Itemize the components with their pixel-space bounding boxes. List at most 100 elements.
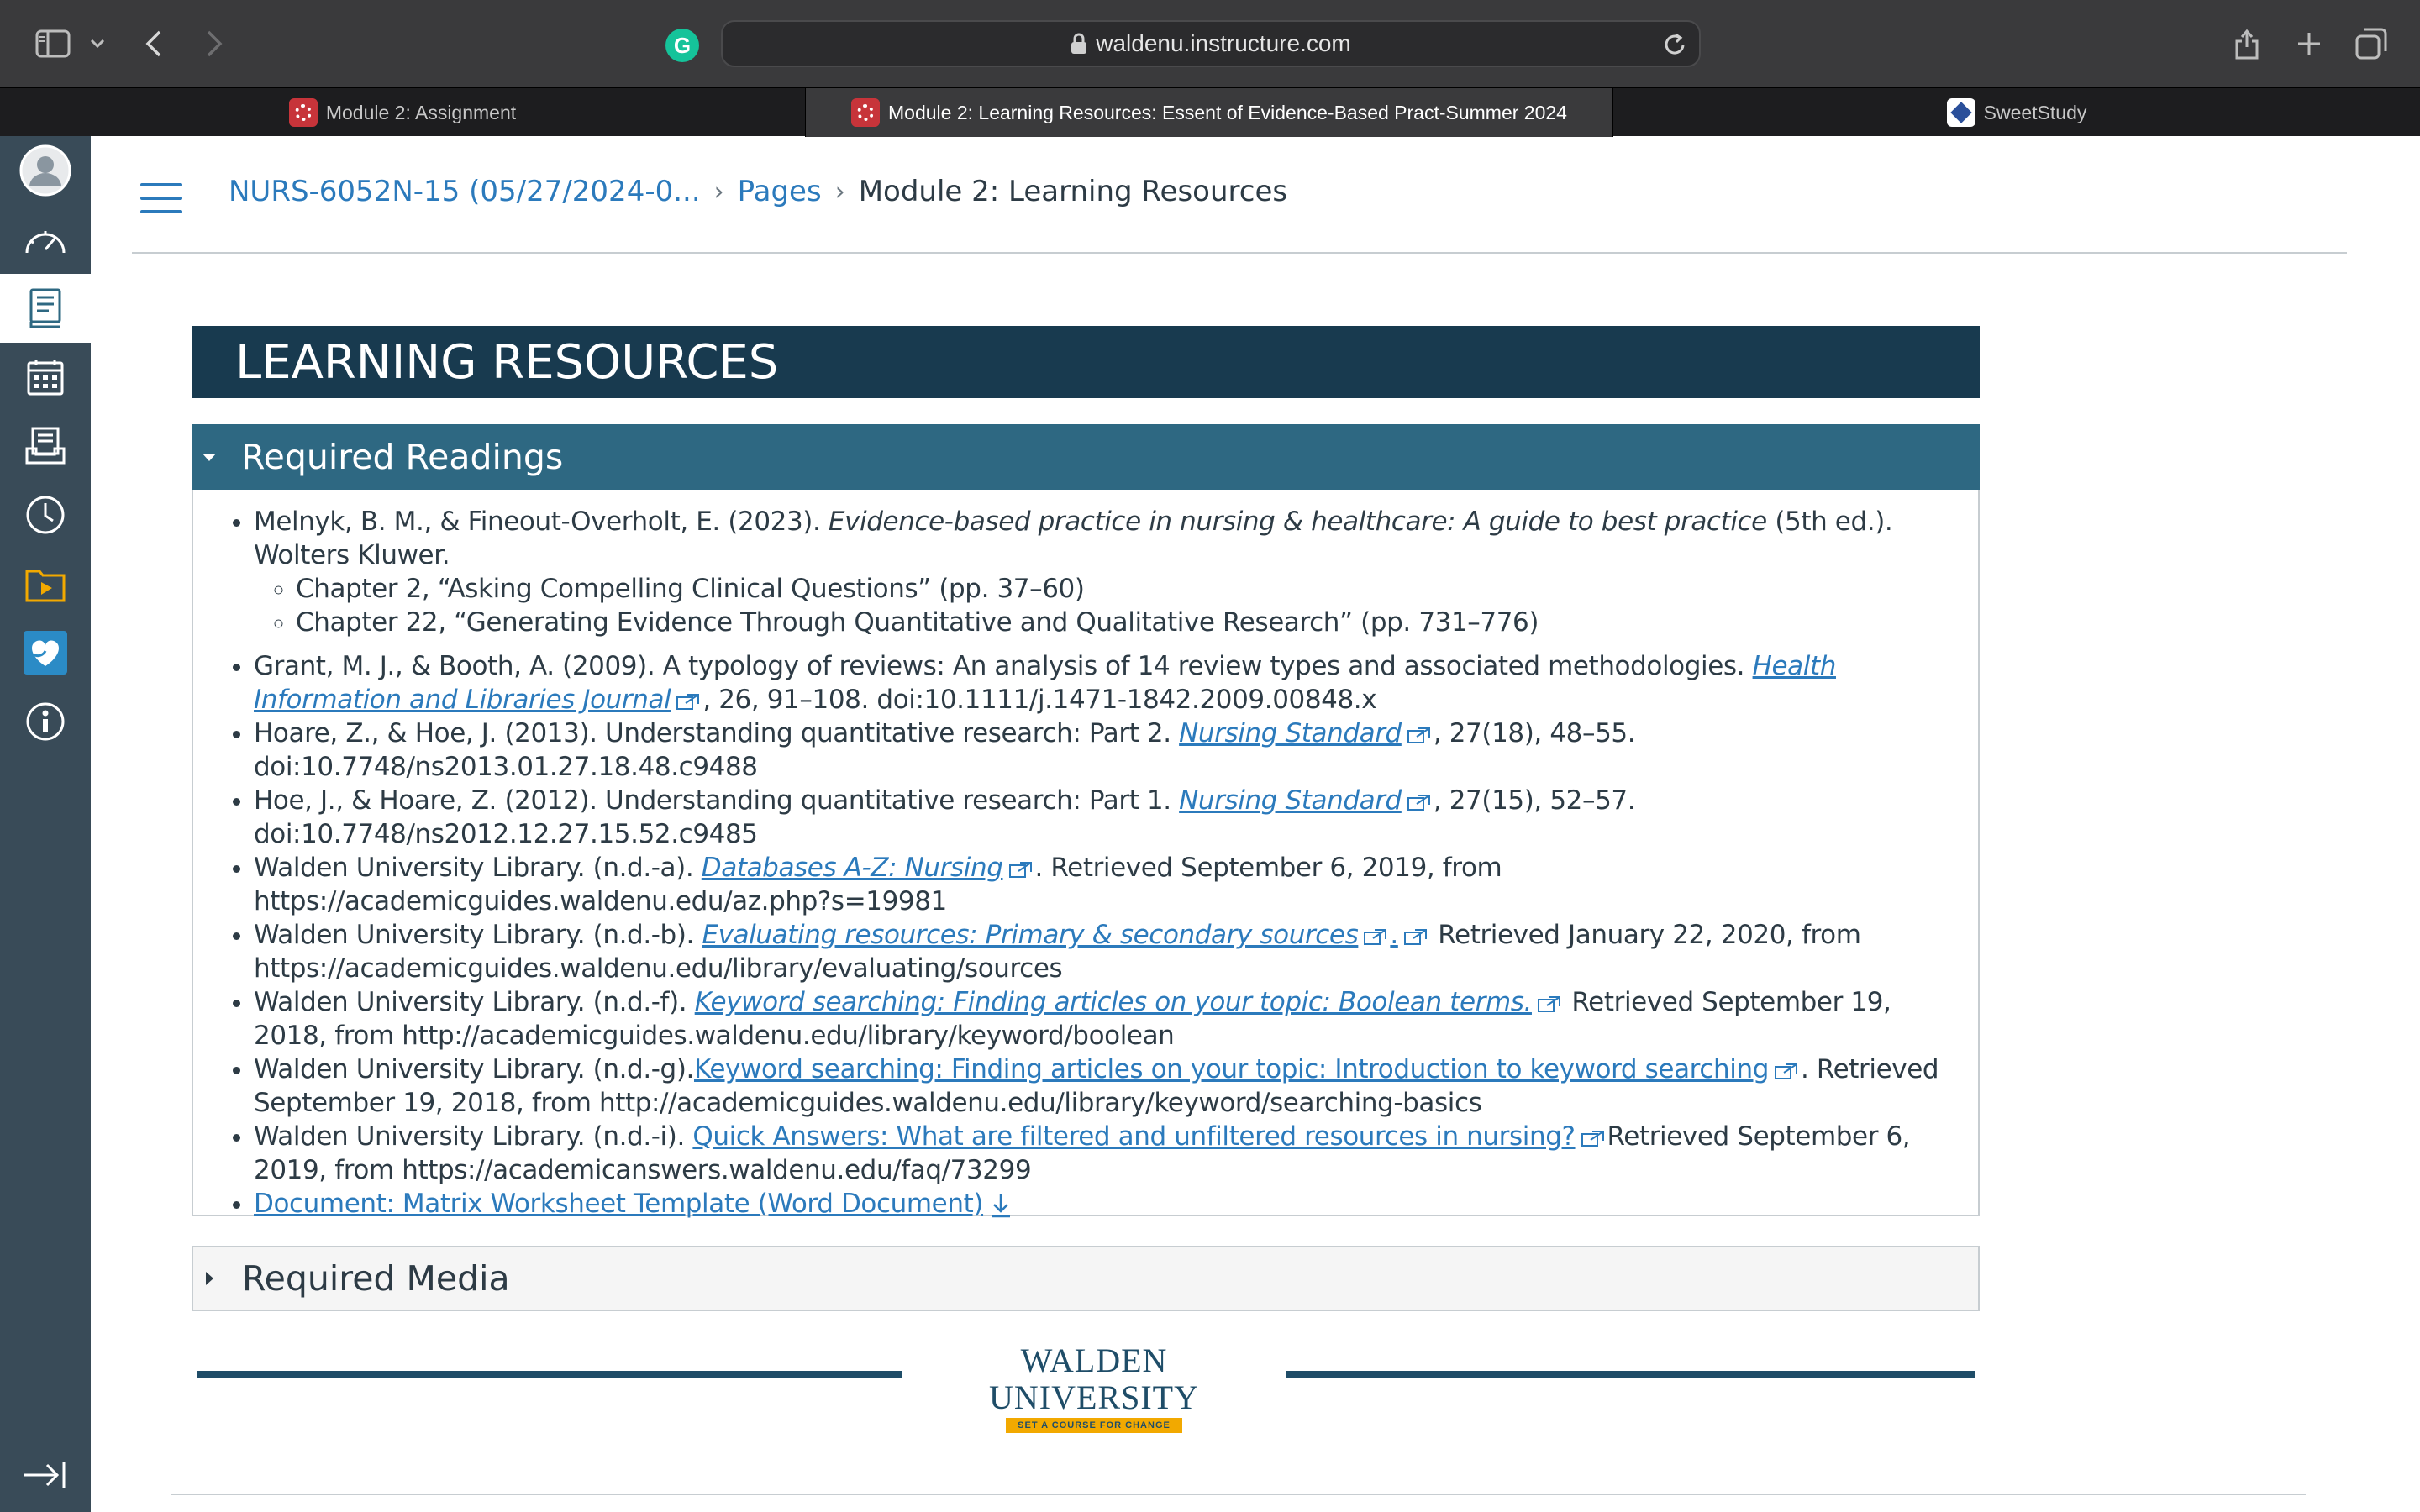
download-icon[interactable]	[988, 1192, 1013, 1219]
logo-tagline: SET A COURSE FOR CHANGE	[1006, 1418, 1182, 1433]
citation-text: Walden University Library. (n.d.-a).	[254, 853, 702, 883]
logo-wordmark: WALDEN UNIVERSITY	[989, 1341, 1199, 1416]
citation-text: Walden University Library. (n.d.-i).	[254, 1121, 693, 1152]
url-text: waldenu.instructure.com	[1096, 30, 1351, 56]
page-header: NURS-6052N-15 (05/27/2024-0... › Pages ›…	[132, 136, 2347, 254]
citation-text: Walden University Library. (n.d.-b).	[254, 920, 702, 950]
nursing-standard-link[interactable]: Nursing Standard	[1179, 718, 1402, 748]
tab-overview-icon[interactable]	[2354, 20, 2388, 67]
breadcrumb-current-page: Module 2: Learning Resources	[858, 175, 1288, 208]
chapter-item: Chapter 2, “Asking Compelling Clinical Q…	[296, 572, 1960, 606]
citation-text: Walden University Library. (n.d.-f).	[254, 987, 695, 1017]
caret-right-icon	[206, 1272, 213, 1285]
external-link-icon	[1581, 1130, 1604, 1147]
evaluating-resources-period-link[interactable]: .	[1390, 920, 1398, 950]
required-readings-panel: Melnyk, B. M., & Fineout-Overholt, E. (2…	[192, 490, 1980, 1219]
grammarly-extension-icon[interactable]: G	[666, 29, 699, 62]
book-title: Evidence-based practice in nursing & hea…	[828, 507, 1767, 537]
sidebar-icon[interactable]	[32, 20, 74, 67]
citation-text: Hoe, J., & Hoare, Z. (2012). Understandi…	[254, 785, 1180, 816]
address-bar[interactable]: waldenu.instructure.com	[721, 20, 1701, 67]
tab-label: Module 2: Learning Resources: Essent of …	[888, 101, 1567, 123]
chevron-down-icon[interactable]	[87, 20, 108, 67]
studio-icon[interactable]	[0, 549, 91, 618]
canvas-favicon-icon	[851, 98, 880, 127]
wellness-icon[interactable]	[0, 618, 91, 687]
footer-rule-right	[1286, 1371, 1975, 1378]
tab-sweetstudy[interactable]: SweetStudy	[1613, 88, 2420, 137]
forward-icon[interactable]	[200, 20, 229, 67]
citation-text: Walden University Library. (n.d.-g).	[254, 1054, 694, 1084]
tab-label: SweetStudy	[1983, 101, 2087, 123]
list-item: Walden University Library. (n.d.-i). Qui…	[254, 1120, 1960, 1187]
reload-icon[interactable]	[1664, 32, 1687, 61]
canvas-favicon-icon	[288, 98, 318, 127]
required-readings-accordion-toggle[interactable]: Required Readings	[192, 424, 1980, 490]
external-link-icon	[1008, 861, 1032, 878]
caret-down-icon	[203, 453, 216, 461]
chapter-list: Chapter 2, “Asking Compelling Clinical Q…	[296, 572, 1960, 639]
history-icon[interactable]	[0, 480, 91, 549]
quick-answers-filtered-link[interactable]: Quick Answers: What are filtered and unf…	[692, 1121, 1576, 1152]
walden-footer-logo: WALDEN UNIVERSITY SET A COURSE FOR CHANG…	[197, 1342, 1975, 1433]
breadcrumb-pages-link[interactable]: Pages	[738, 175, 822, 208]
list-item: Hoe, J., & Hoare, Z. (2012). Understandi…	[254, 784, 1960, 851]
required-readings-title: Required Readings	[241, 437, 564, 477]
required-media-accordion-toggle[interactable]: Required Media	[192, 1246, 1980, 1311]
dashboard-icon[interactable]	[0, 205, 91, 274]
required-media-title: Required Media	[242, 1258, 510, 1299]
collapse-nav-icon[interactable]	[20, 1458, 67, 1496]
keyword-searching-boolean-link[interactable]: Keyword searching: Finding articles on y…	[695, 987, 1533, 1017]
lock-icon	[1071, 33, 1087, 54]
citation-text: , 26, 91–108. doi:10.1111/j.1471-1842.20…	[702, 685, 1377, 715]
list-item: Melnyk, B. M., & Fineout-Overholt, E. (2…	[254, 505, 1960, 639]
tab-bar: Module 2: Assignment Module 2: Learning …	[0, 87, 2420, 137]
citation-text: Grant, M. J., & Booth, A. (2009). A typo…	[254, 651, 1753, 681]
external-link-icon	[676, 693, 700, 710]
page-divider	[171, 1494, 2306, 1495]
browser-toolbar: G waldenu.instructure.com	[0, 0, 2420, 87]
help-icon[interactable]	[0, 687, 91, 756]
evaluating-resources-link[interactable]: Evaluating resources: Primary & secondar…	[702, 920, 1358, 950]
account-icon[interactable]	[0, 136, 91, 205]
external-link-icon	[1774, 1063, 1797, 1079]
nursing-standard-link[interactable]: Nursing Standard	[1179, 785, 1402, 816]
citation-text: Hoare, Z., & Hoe, J. (2013). Understandi…	[254, 718, 1180, 748]
list-item: Walden University Library. (n.d.-g).Keyw…	[254, 1053, 1960, 1120]
list-item: Walden University Library. (n.d.-b). Eva…	[254, 918, 1960, 985]
list-item: Walden University Library. (n.d.-a). Dat…	[254, 851, 1960, 918]
breadcrumb-course-link[interactable]: NURS-6052N-15 (05/27/2024-0...	[229, 175, 701, 208]
external-link-icon	[1537, 995, 1560, 1012]
citation-text: Melnyk, B. M., & Fineout-Overholt, E. (2…	[254, 507, 829, 537]
matrix-worksheet-download-link[interactable]: Document: Matrix Worksheet Template (Wor…	[254, 1189, 983, 1219]
external-link-icon	[1407, 727, 1430, 743]
breadcrumb: NURS-6052N-15 (05/27/2024-0... › Pages ›…	[229, 175, 1287, 208]
courses-icon[interactable]	[0, 274, 91, 343]
share-icon[interactable]	[2232, 20, 2262, 67]
databases-a-z-nursing-link[interactable]: Databases A-Z: Nursing	[702, 853, 1003, 883]
breadcrumb-separator-icon: ›	[834, 176, 845, 207]
keyword-searching-intro-link[interactable]: Keyword searching: Finding articles on y…	[694, 1054, 1769, 1084]
tab-module-2-assignment[interactable]: Module 2: Assignment	[0, 88, 805, 137]
tab-label: Module 2: Assignment	[325, 101, 517, 123]
page-title: LEARNING RESOURCES	[192, 326, 1980, 398]
footer-rule-left	[197, 1371, 902, 1378]
list-item: Hoare, Z., & Hoe, J. (2013). Understandi…	[254, 717, 1960, 784]
new-tab-icon[interactable]	[2294, 20, 2324, 67]
calendar-icon[interactable]	[0, 343, 91, 412]
readings-list: Melnyk, B. M., & Fineout-Overholt, E. (2…	[254, 505, 1960, 1221]
walden-university-logo: WALDEN UNIVERSITY SET A COURSE FOR CHANG…	[919, 1342, 1269, 1433]
external-link-icon	[1407, 794, 1430, 811]
course-menu-hamburger-icon[interactable]	[140, 183, 184, 213]
breadcrumb-separator-icon: ›	[713, 176, 724, 207]
tab-module-2-learning-resources[interactable]: Module 2: Learning Resources: Essent of …	[805, 88, 1613, 137]
back-icon[interactable]	[139, 20, 168, 67]
sweetstudy-favicon-icon	[1946, 98, 1975, 127]
chapter-item: Chapter 22, “Generating Evidence Through…	[296, 606, 1960, 639]
list-item: Document: Matrix Worksheet Template (Wor…	[254, 1187, 1960, 1221]
global-navigation	[0, 136, 91, 1512]
inbox-icon[interactable]	[0, 412, 91, 480]
external-link-icon	[1364, 928, 1387, 945]
list-item: Grant, M. J., & Booth, A. (2009). A typo…	[254, 649, 1960, 717]
list-item: Walden University Library. (n.d.-f). Key…	[254, 985, 1960, 1053]
